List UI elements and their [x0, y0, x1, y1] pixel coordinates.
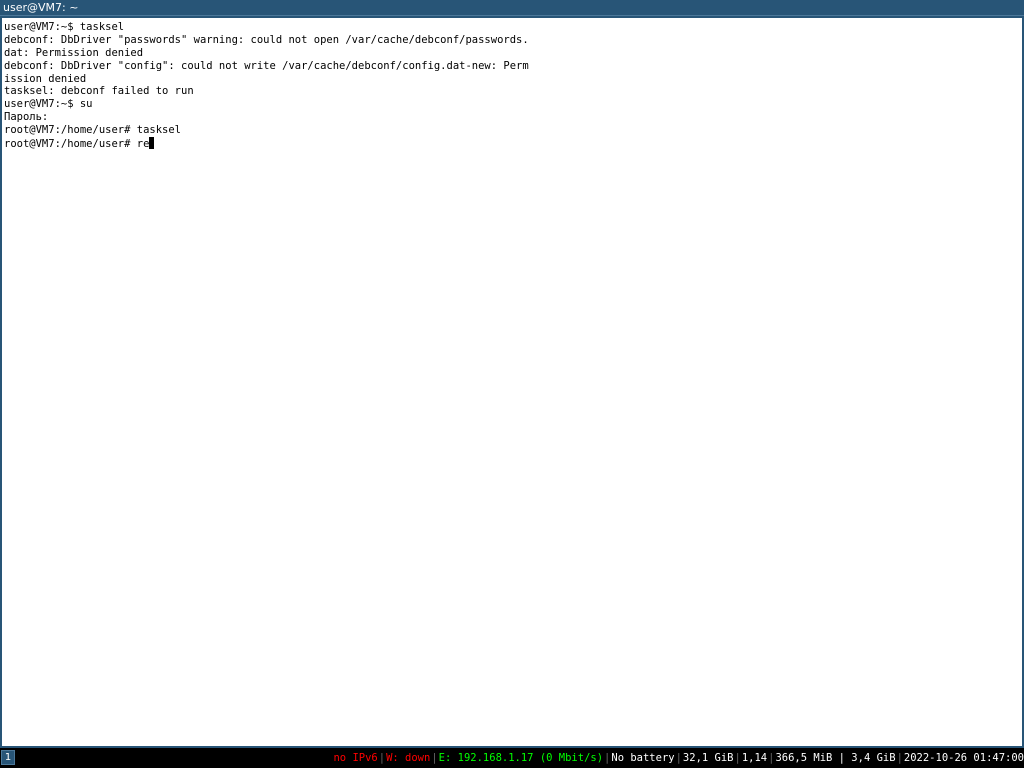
status-separator: |: [734, 752, 741, 764]
window-title[interactable]: user@VM7: ~: [0, 0, 1024, 16]
disk-status: 32,1 GiB: [682, 752, 734, 764]
status-bar: 1 no IPv6 | W: down | E: 192.168.1.17 (0…: [0, 748, 1024, 768]
terminal-line: tasksel: debconf failed to run: [4, 85, 194, 98]
status-separator: |: [604, 752, 611, 764]
ipv6-status: no IPv6: [333, 752, 378, 764]
status-separator: |: [896, 752, 903, 764]
status-separator: |: [675, 752, 682, 764]
terminal-prompt-line[interactable]: root@VM7:/home/user# re: [4, 137, 529, 150]
memory-status: 366,5 MiB | 3,4 GiB: [775, 752, 896, 764]
terminal-line: debconf: DbDriver "passwords" warning: c…: [4, 33, 529, 46]
terminal-cursor: [149, 137, 155, 150]
terminal-area[interactable]: user@VM7:~$ tasksel debconf: DbDriver "p…: [2, 18, 1022, 746]
terminal-line: Пароль:: [4, 111, 49, 124]
load-status: 1,14: [741, 752, 768, 764]
status-items: no IPv6 | W: down | E: 192.168.1.17 (0 M…: [333, 751, 1024, 765]
ethernet-status: E: 192.168.1.17 (0 Mbit/s): [438, 752, 604, 764]
terminal-line: root@VM7:/home/user# tasksel: [4, 124, 182, 137]
battery-status: No battery: [611, 752, 675, 764]
terminal-line: user@VM7:~$ tasksel: [4, 21, 125, 33]
status-separator: |: [768, 752, 775, 764]
status-separator: |: [378, 752, 386, 764]
terminal-line: ission denied: [4, 72, 87, 85]
wireless-status: W: down: [386, 752, 431, 764]
terminal-window: user@VM7: ~ user@VM7:~$ tasksel debconf:…: [0, 0, 1024, 748]
terminal-line: debconf: DbDriver "config": could not wr…: [4, 59, 529, 72]
workspace-button-1[interactable]: 1: [1, 750, 15, 765]
status-separator: |: [431, 752, 438, 764]
terminal-input-text[interactable]: root@VM7:/home/user# re: [4, 138, 149, 150]
datetime-status: 2022-10-26 01:47:00: [903, 752, 1024, 764]
terminal-line: dat: Permission denied: [4, 46, 144, 59]
terminal-output[interactable]: user@VM7:~$ tasksel debconf: DbDriver "p…: [4, 21, 529, 150]
terminal-line: user@VM7:~$ su: [4, 98, 93, 111]
